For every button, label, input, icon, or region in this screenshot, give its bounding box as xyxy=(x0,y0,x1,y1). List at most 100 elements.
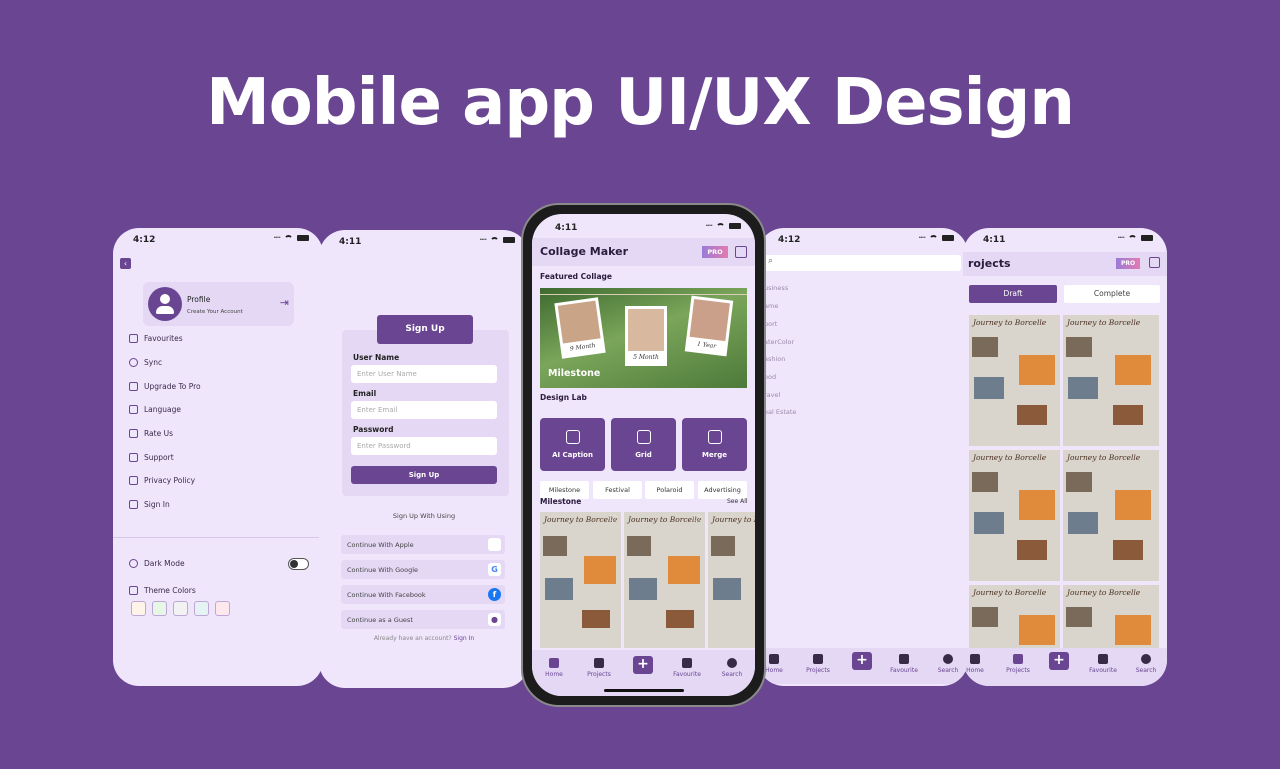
search-input[interactable]: ⌕ xyxy=(764,255,961,271)
signal-icon: ···· xyxy=(918,234,926,242)
menu-language[interactable]: Language xyxy=(129,405,181,414)
pro-badge[interactable]: PRO xyxy=(702,246,728,258)
theme-swatch-4[interactable] xyxy=(194,601,209,616)
dark-mode-toggle[interactable] xyxy=(288,558,309,570)
password-input[interactable]: Enter Password xyxy=(351,437,497,455)
sign-in-link[interactable]: Sign In xyxy=(454,635,475,642)
add-button[interactable]: + xyxy=(633,656,653,674)
add-button[interactable]: + xyxy=(852,652,872,670)
nav-favourite[interactable]: Favourite xyxy=(667,658,707,678)
username-input[interactable]: Enter User Name xyxy=(351,365,497,383)
signup-with-text: Sign Up With Using xyxy=(392,512,456,520)
image-icon xyxy=(813,654,823,664)
menu-support[interactable]: Support xyxy=(129,453,174,462)
menu-sign-in[interactable]: Sign In xyxy=(129,500,170,509)
page-title: rojects xyxy=(968,257,1011,270)
nav-favourite[interactable]: Favourite xyxy=(884,654,924,674)
design-lab-heading: Design Lab xyxy=(540,393,587,402)
nav-projects[interactable]: Projects xyxy=(798,654,838,674)
category-item[interactable]: eal Estate xyxy=(764,408,796,416)
baby-photo: 9 Month xyxy=(554,297,606,359)
ai-caption-card[interactable]: AI Caption xyxy=(540,418,605,471)
tab-complete[interactable]: Complete xyxy=(1064,285,1160,303)
settings-screen: 4:12 ···· ‹ Profile Create Your Account … xyxy=(113,228,323,686)
nav-home[interactable]: Home xyxy=(963,654,995,674)
theme-swatch-5[interactable] xyxy=(215,601,230,616)
baby-photo: 5 Month xyxy=(625,306,667,366)
menu-sync[interactable]: Sync xyxy=(129,358,162,367)
category-item[interactable]: usiness xyxy=(764,284,788,292)
merge-icon xyxy=(707,430,722,444)
tab-draft[interactable]: Draft xyxy=(969,285,1057,303)
grid-card[interactable]: Grid xyxy=(611,418,676,471)
milestone-thumbnail[interactable]: Journey to Borcelle ♡ xyxy=(624,512,705,648)
featured-banner[interactable]: 9 Month 5 Month 1 Year Milestone xyxy=(540,288,747,388)
bottom-nav: Home Projects + Favourite Search xyxy=(758,648,968,684)
continue-guest-button[interactable]: Continue as a Guest ● xyxy=(341,610,505,629)
nav-home[interactable]: Home xyxy=(534,658,574,678)
heart-icon[interactable]: ♡ xyxy=(608,514,617,525)
add-button[interactable]: + xyxy=(1049,652,1069,670)
nav-projects[interactable]: Projects xyxy=(579,658,619,678)
category-item[interactable]: aterColor xyxy=(764,338,794,346)
support-icon xyxy=(129,453,138,462)
chip-polaroid[interactable]: Polaroid xyxy=(645,481,694,499)
project-thumbnail[interactable]: Journey to Borcelle xyxy=(969,585,1060,648)
home-screen: 4:11 ···· Collage Maker PRO Featured Col… xyxy=(532,214,755,696)
category-item[interactable]: ame xyxy=(764,302,778,310)
nav-projects[interactable]: Projects xyxy=(998,654,1038,674)
signal-icon: ···· xyxy=(705,222,713,230)
category-item[interactable]: ashion xyxy=(764,355,785,363)
nav-search[interactable]: Search xyxy=(712,658,752,678)
milestone-thumbnail[interactable]: Journey to Borcelle ♡ xyxy=(540,512,621,648)
image-icon xyxy=(594,658,604,668)
battery-icon xyxy=(942,235,954,241)
already-account-row: Already have an account? Sign In xyxy=(319,635,529,642)
continue-apple-button[interactable]: Continue With Apple xyxy=(341,535,505,554)
signup-screen: 4:11 ···· Sign Up User Name Enter User N… xyxy=(319,230,529,688)
menu-icon[interactable] xyxy=(735,246,747,258)
heart-icon[interactable]: ♡ xyxy=(692,514,701,525)
theme-swatch-3[interactable] xyxy=(173,601,188,616)
project-thumbnail[interactable]: Journey to Borcelle xyxy=(1063,450,1159,581)
dark-mode-row: Dark Mode xyxy=(129,559,185,568)
continue-google-button[interactable]: Continue With Google G xyxy=(341,560,505,579)
email-input[interactable]: Enter Email xyxy=(351,401,497,419)
signup-submit-button[interactable]: Sign Up xyxy=(351,466,497,484)
profile-card[interactable]: Profile Create Your Account ⇥ xyxy=(143,282,294,326)
menu-rate-us[interactable]: Rate Us xyxy=(129,429,173,438)
chip-festival[interactable]: Festival xyxy=(593,481,642,499)
nav-search[interactable]: Search xyxy=(1126,654,1166,674)
category-item[interactable]: ravel xyxy=(764,391,780,399)
back-button[interactable]: ‹ xyxy=(120,258,131,269)
project-thumbnail[interactable]: Journey to Borcelle xyxy=(1063,315,1159,446)
menu-icon[interactable] xyxy=(1149,257,1160,268)
project-thumbnail[interactable]: Journey to Borcelle xyxy=(969,450,1060,581)
wifi-icon xyxy=(929,234,938,242)
star-icon xyxy=(129,429,138,438)
menu-favourites[interactable]: Favourites xyxy=(129,334,183,343)
menu-privacy[interactable]: Privacy Policy xyxy=(129,476,195,485)
see-all-link[interactable]: See All xyxy=(727,498,748,505)
logout-icon[interactable]: ⇥ xyxy=(280,296,289,309)
sync-icon xyxy=(129,358,138,367)
search-icon xyxy=(1141,654,1151,664)
nav-favourite[interactable]: Favourite xyxy=(1083,654,1123,674)
merge-card[interactable]: Merge xyxy=(682,418,747,471)
signup-header-button[interactable]: Sign Up xyxy=(377,315,473,344)
project-thumbnail[interactable]: Journey to Borcelle xyxy=(1063,585,1159,648)
header-bar: Collage Maker PRO xyxy=(532,238,755,266)
facebook-icon: f xyxy=(488,588,501,601)
heart-icon xyxy=(129,334,138,343)
menu-upgrade[interactable]: Upgrade To Pro xyxy=(129,382,201,391)
continue-facebook-button[interactable]: Continue With Facebook f xyxy=(341,585,505,604)
pro-badge[interactable]: PRO xyxy=(1116,258,1140,269)
nav-search[interactable]: Search xyxy=(928,654,968,674)
theme-swatch-1[interactable] xyxy=(131,601,146,616)
project-thumbnail[interactable]: Journey to Borcelle xyxy=(969,315,1060,446)
chip-advertising[interactable]: Advertising xyxy=(698,481,747,499)
page-headline: Mobile app UI/UX Design xyxy=(206,66,1075,140)
theme-swatch-2[interactable] xyxy=(152,601,167,616)
google-icon: G xyxy=(488,563,501,576)
milestone-thumbnail[interactable]: Journey to Borcelle xyxy=(708,512,755,648)
